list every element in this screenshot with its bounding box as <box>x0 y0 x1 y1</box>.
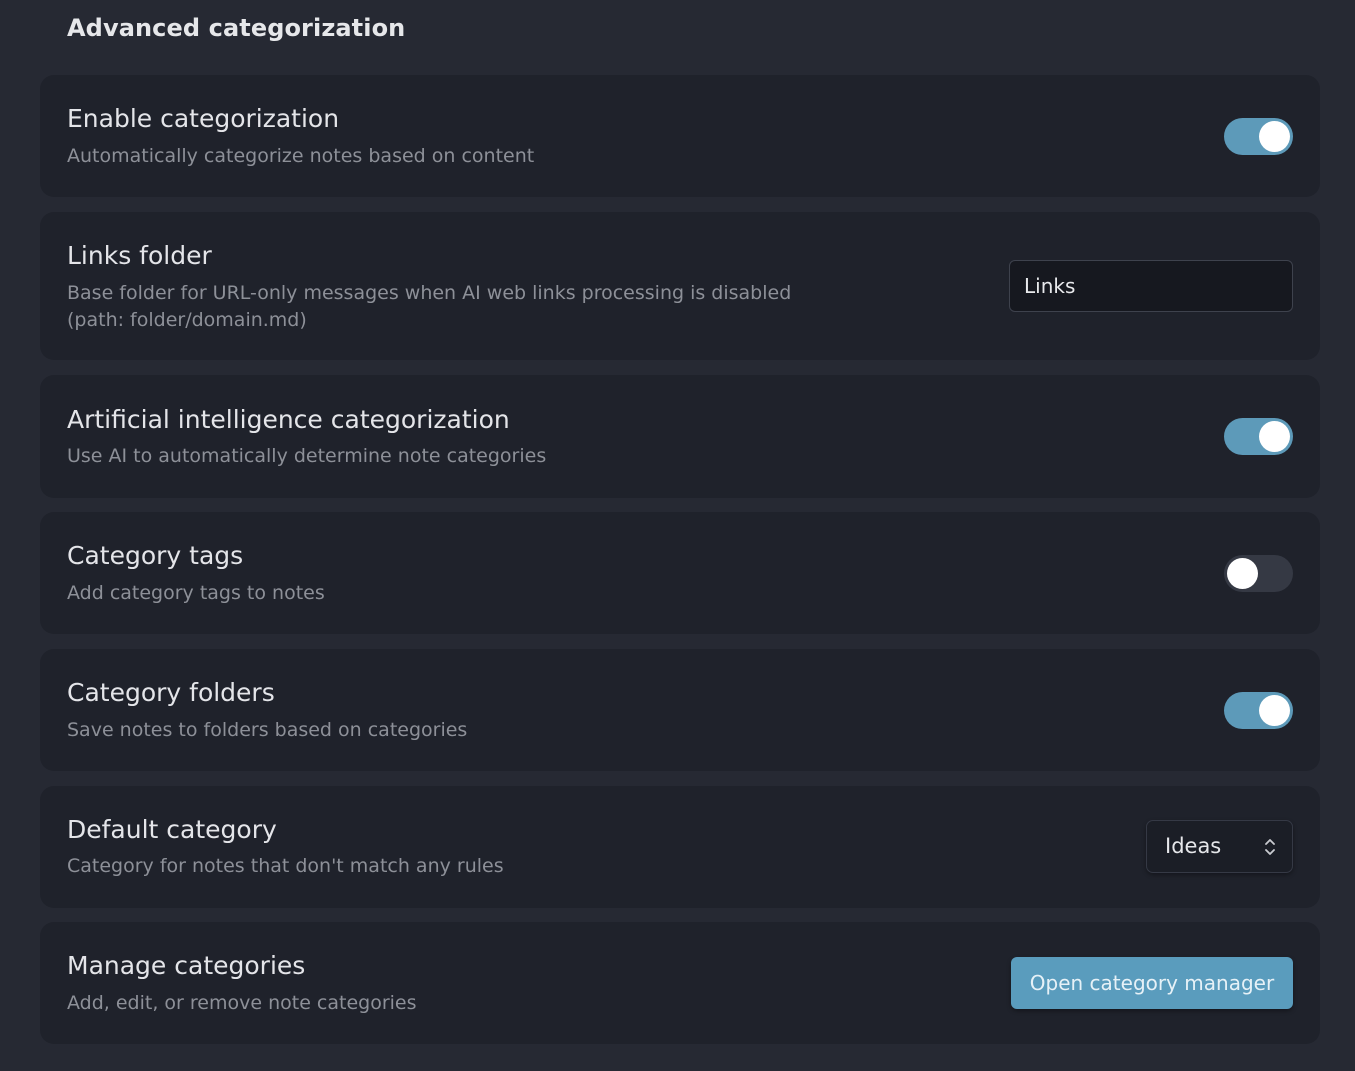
settings-page: Advanced categorization Enable categoriz… <box>0 0 1355 1071</box>
setting-description: Base folder for URL-only messages when A… <box>67 282 792 331</box>
category-folders-toggle[interactable] <box>1224 692 1293 729</box>
setting-title: Category tags <box>67 541 244 570</box>
setting-category-folders: Category folders Save notes to folders b… <box>40 649 1320 771</box>
open-category-manager-button[interactable]: Open category manager <box>1011 957 1293 1009</box>
links-folder-input[interactable] <box>1009 260 1293 312</box>
setting-title: Manage categories <box>67 951 306 980</box>
default-category-select[interactable]: Ideas <box>1146 820 1293 873</box>
setting-manage-categories: Manage categories Add, edit, or remove n… <box>40 922 1320 1044</box>
setting-description: Add, edit, or remove note categories <box>67 992 417 1014</box>
setting-title: Artificial intelligence categorization <box>67 405 510 434</box>
setting-links-folder: Links folder Base folder for URL-only me… <box>40 212 1320 360</box>
setting-title: Links folder <box>67 241 212 270</box>
setting-title: Category folders <box>67 678 275 707</box>
select-value: Ideas <box>1165 834 1222 858</box>
enable-categorization-toggle[interactable] <box>1224 118 1293 155</box>
setting-description: Category for notes that don't match any … <box>67 855 504 877</box>
setting-description: Save notes to folders based on categorie… <box>67 719 468 741</box>
category-tags-toggle[interactable] <box>1224 555 1293 592</box>
setting-enable-categorization: Enable categorization Automatically cate… <box>40 75 1320 197</box>
setting-ai-categorization: Artificial intelligence categorization U… <box>40 375 1320 498</box>
toggle-knob <box>1227 558 1258 589</box>
setting-description: Add category tags to notes <box>67 582 325 604</box>
chevron-up-down-icon <box>1265 839 1275 855</box>
section-heading: Advanced categorization <box>67 14 406 42</box>
ai-categorization-toggle[interactable] <box>1224 418 1293 455</box>
setting-category-tags: Category tags Add category tags to notes <box>40 512 1320 634</box>
toggle-knob <box>1259 421 1290 452</box>
setting-default-category: Default category Category for notes that… <box>40 786 1320 908</box>
setting-title: Default category <box>67 815 277 844</box>
setting-description: Use AI to automatically determine note c… <box>67 445 547 467</box>
setting-title: Enable categorization <box>67 104 340 133</box>
toggle-knob <box>1259 121 1290 152</box>
toggle-knob <box>1259 695 1290 726</box>
setting-description: Automatically categorize notes based on … <box>67 145 535 167</box>
